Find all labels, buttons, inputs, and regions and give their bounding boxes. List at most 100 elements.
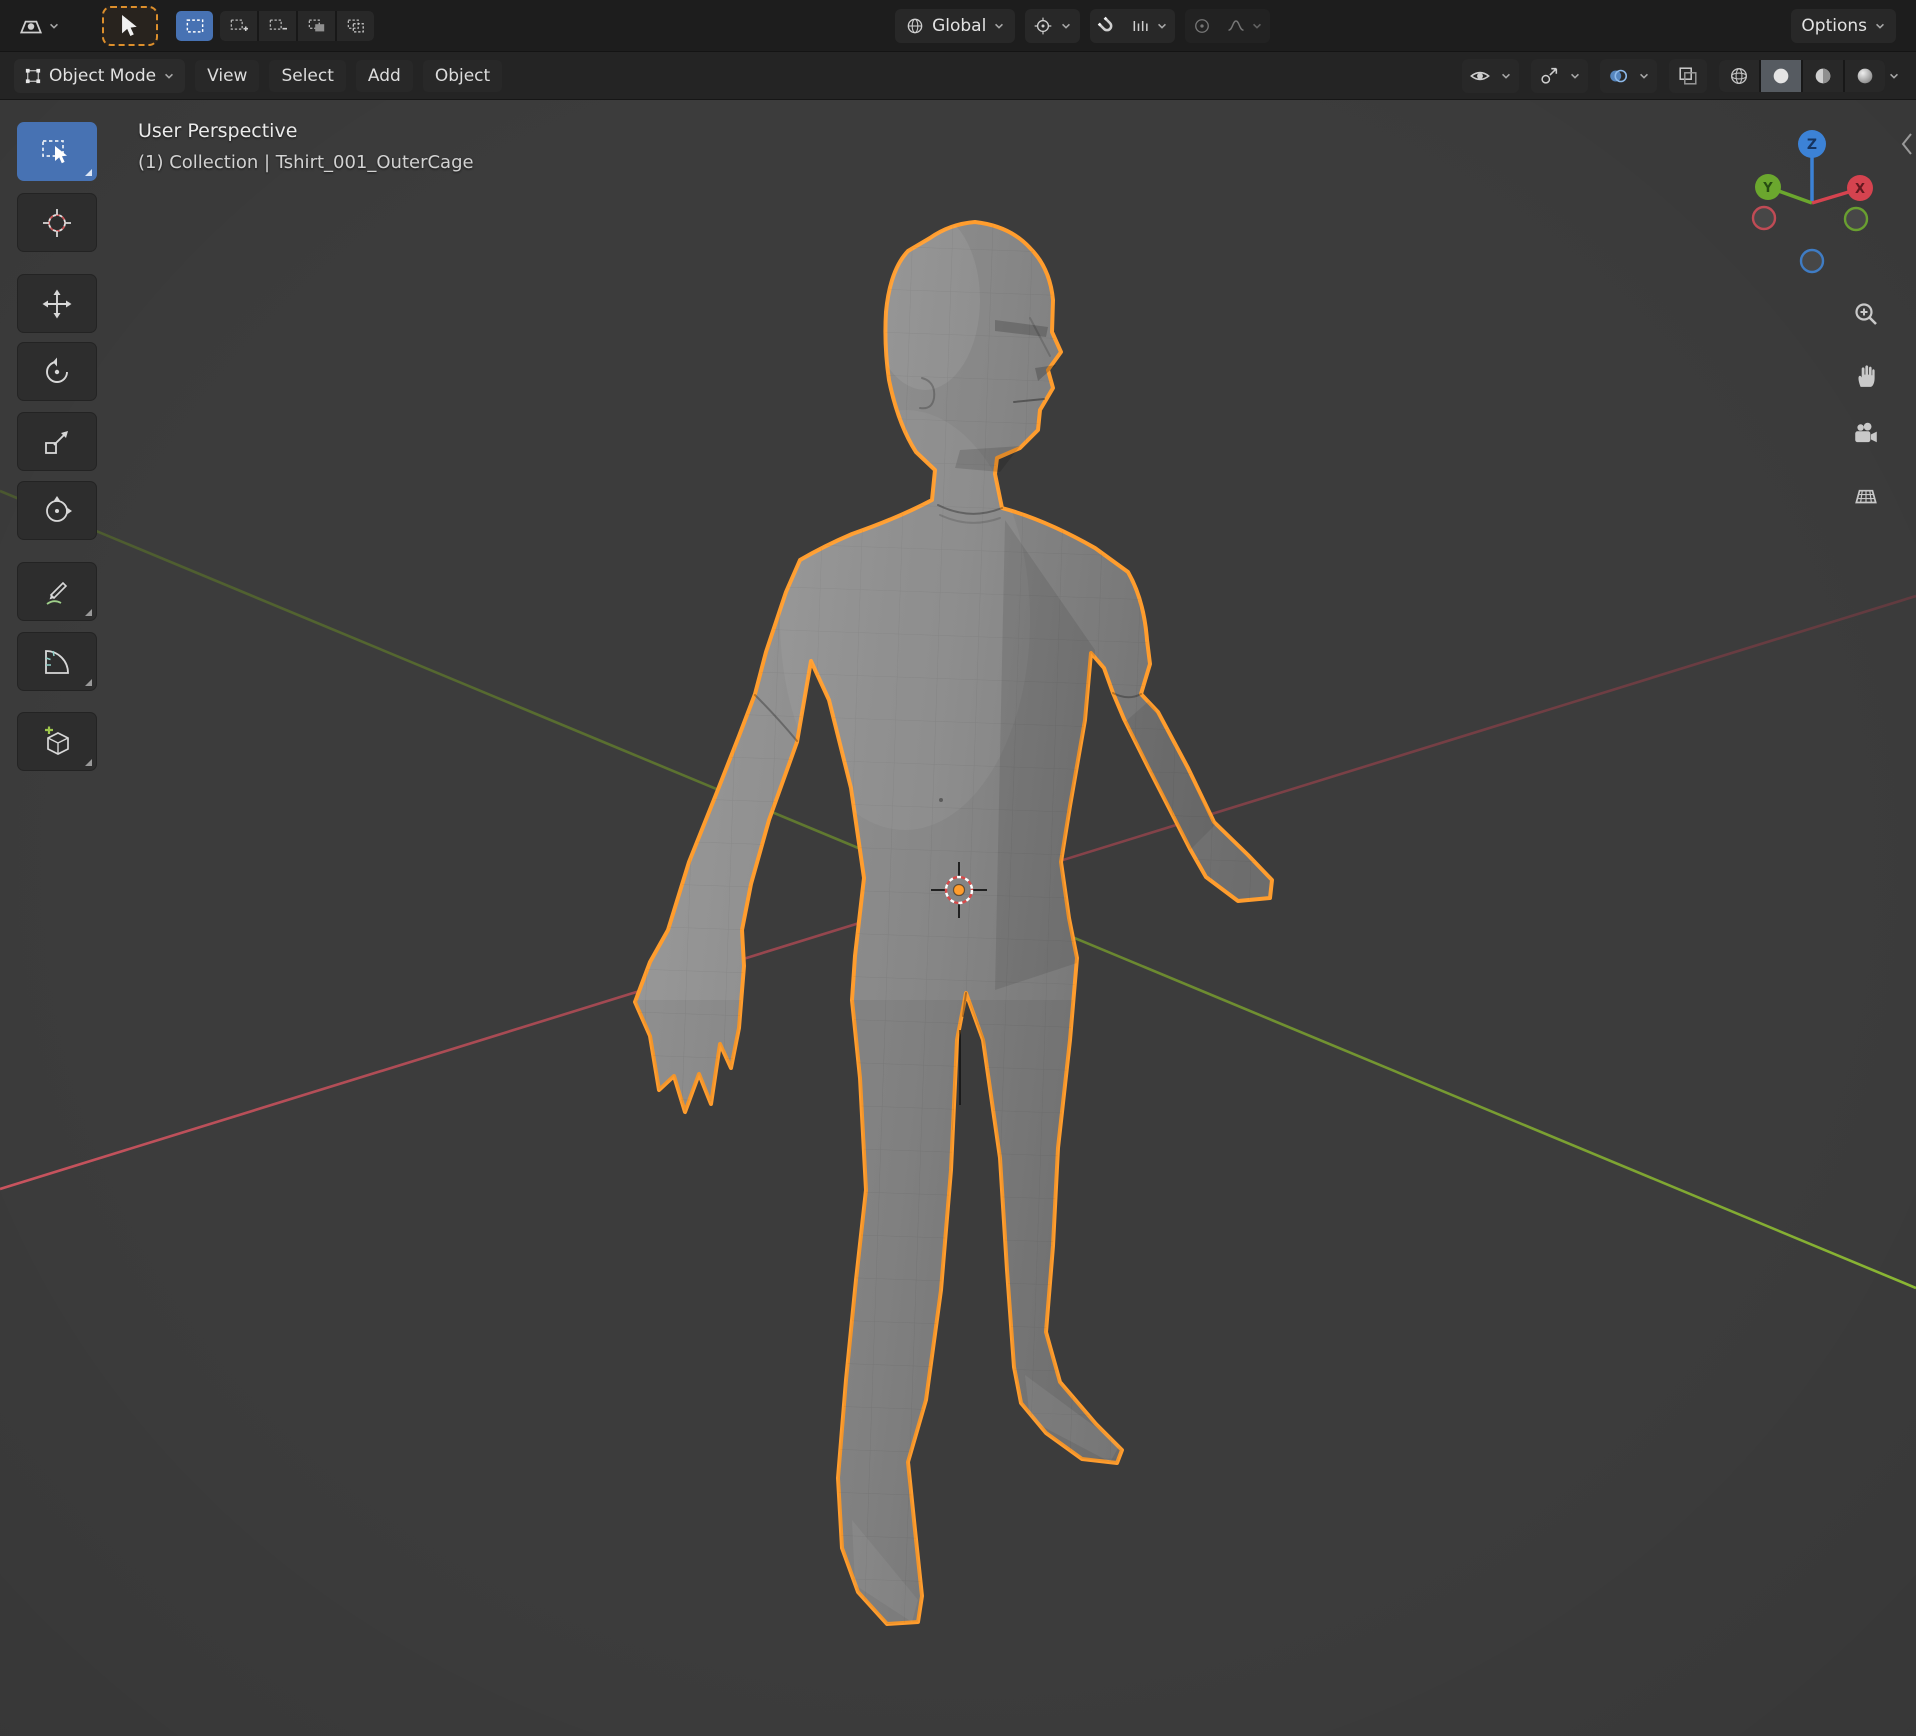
tool-annotate[interactable] [17,562,97,621]
active-tool-indicator[interactable] [102,6,158,46]
show-gizmo-dropdown[interactable] [1531,59,1588,93]
subtool-indicator [85,679,92,686]
chevron-down-icon [48,20,60,32]
rotate-icon [41,356,73,388]
xray-icon [1677,65,1699,87]
select-set-icon [186,18,204,34]
select-mode-invert[interactable] [298,11,335,41]
x-axis-stem [1812,191,1852,203]
object-mode-icon [24,67,42,85]
transform-settings-cluster: Global [895,9,1270,43]
chevron-down-icon [1500,70,1512,82]
mode-label: Object Mode [49,66,156,86]
y-axis-stem [1776,190,1812,203]
menu-select[interactable]: Select [269,60,345,92]
chevron-down-icon [163,70,175,82]
snap-toggle[interactable] [1090,9,1124,43]
annotate-pencil-icon [41,576,73,608]
transform-icon [41,495,73,527]
menu-object[interactable]: Object [423,60,502,92]
tool-select-box[interactable] [17,122,97,181]
select-mode-extend[interactable] [220,11,257,41]
zoom-button[interactable] [1847,295,1885,333]
tool-transform[interactable] [17,481,97,540]
menu-view[interactable]: View [195,60,259,92]
select-mode-set[interactable] [176,11,213,41]
options-dropdown[interactable]: Options [1791,9,1896,43]
select-box-icon [41,137,73,167]
tool-scale[interactable] [17,412,97,471]
select-subtract-icon [269,18,287,34]
tool-measure[interactable] [17,632,97,691]
axis-ball-negative-y[interactable] [1845,208,1867,230]
camera-icon [1852,420,1880,448]
orientation-label: Global [932,16,986,36]
shading-options-chevron-icon[interactable] [1888,70,1900,82]
tool-header: Object Mode View Select Add Object [0,52,1916,100]
axis-ball-negative-x[interactable] [1753,207,1775,229]
select-intersect-icon [347,18,365,34]
viewport-3d[interactable] [0,0,1916,1736]
tweak-cursor-icon [120,15,140,37]
shading-mode-group [1719,60,1885,92]
menu-object-label: Object [435,66,490,86]
chevron-left-icon [1900,130,1914,158]
axis-ball-negative-z[interactable] [1801,250,1823,272]
xray-toggle[interactable] [1669,59,1707,93]
proportional-editing-icon [1192,16,1212,36]
tool-add-cube[interactable] [17,712,97,771]
tool-cursor[interactable] [17,193,97,252]
move-icon [41,288,73,320]
solid-sphere-icon [1770,65,1792,87]
overlays-icon [1607,65,1629,87]
snap-increment-icon [1131,16,1151,36]
object-origin-dot [954,885,965,896]
proportional-editing-toggle[interactable] [1185,9,1219,43]
toggle-ortho-button[interactable] [1847,476,1885,514]
menu-select-label: Select [281,66,333,86]
chevron-down-icon [993,20,1005,32]
transform-orientation-dropdown[interactable]: Global [895,9,1015,43]
shading-rendered-button[interactable] [1845,60,1885,92]
sidebar-toggle[interactable] [1900,130,1914,158]
proportional-falloff-dropdown[interactable] [1219,9,1270,43]
x-axis-label: X [1855,182,1865,197]
blender-window: { "topbar": { "editor_type": "3d-viewpor… [0,0,1916,1736]
select-invert-icon [308,18,326,34]
magnet-icon [1097,16,1117,36]
menu-add[interactable]: Add [356,60,413,92]
select-mode-intersect[interactable] [337,11,374,41]
menu-add-label: Add [368,66,401,86]
z-axis-label: Z [1807,137,1817,153]
gizmo-icon [1538,65,1560,87]
pivot-point-dropdown[interactable] [1025,9,1080,43]
object-visibility-dropdown[interactable] [1462,59,1519,93]
subtool-indicator [85,759,92,766]
pivot-point-icon [1033,16,1053,36]
select-mode-subtract[interactable] [259,11,296,41]
global-orientation-icon [905,16,925,36]
mode-dropdown[interactable]: Object Mode [14,59,185,93]
rendered-sphere-icon [1854,65,1876,87]
camera-view-button[interactable] [1847,415,1885,453]
tool-rotate[interactable] [17,342,97,401]
shading-material-button[interactable] [1803,60,1843,92]
zoom-icon [1852,300,1880,328]
cursor-tool-icon [41,207,73,239]
pan-button[interactable] [1847,356,1885,394]
subtool-indicator [85,169,92,176]
chevron-down-icon [1638,70,1650,82]
shading-wireframe-button[interactable] [1719,60,1759,92]
chevron-down-icon [1569,70,1581,82]
viewport-display-cluster [1462,59,1900,93]
snap-settings-dropdown[interactable] [1124,9,1175,43]
show-overlays-dropdown[interactable] [1600,59,1657,93]
options-label: Options [1801,16,1867,36]
tool-move[interactable] [17,274,97,333]
editor-type-button[interactable] [14,9,64,43]
chevron-down-icon [1874,20,1886,32]
navigation-gizmo[interactable]: Z Y X [1740,115,1890,285]
shading-solid-button[interactable] [1761,60,1801,92]
snapping-controls [1090,9,1175,43]
subtool-indicator [85,609,92,616]
